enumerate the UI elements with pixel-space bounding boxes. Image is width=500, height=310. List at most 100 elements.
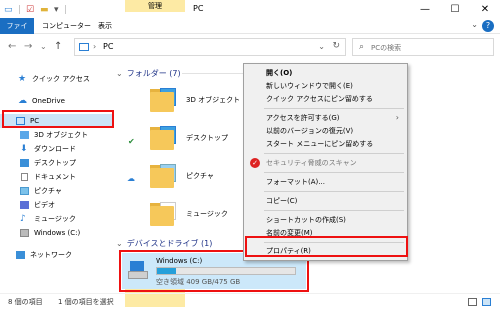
menu-item-pin-quick-access[interactable]: クイック アクセスにピン留めする xyxy=(244,93,407,105)
separator-icon: | xyxy=(64,5,68,15)
menu-separator xyxy=(264,108,404,109)
menu-item-copy[interactable]: コピー(C) xyxy=(244,195,407,207)
navigation-pane: ★ クイック アクセス ☁ OneDrive PC 3D オブジェクト ⬇ ダウ… xyxy=(0,62,114,292)
context-menu: 開く(O) 新しいウィンドウで開く(E) クイック アクセスにピン留めする アク… xyxy=(243,63,408,261)
menu-item-open-new-window[interactable]: 新しいウィンドウで開く(E) xyxy=(244,80,407,92)
menu-separator xyxy=(264,210,404,211)
title-bar: ▭ | ☑ ▬ ▾ | 管理 PC — ☐ ✕ xyxy=(0,0,500,20)
recent-locations-icon[interactable]: ⌄ xyxy=(40,42,47,51)
menu-item-label: アクセスを許可する(G) xyxy=(266,114,340,122)
document-icon xyxy=(21,173,28,181)
menu-item-pin-start[interactable]: スタート メニューにピン留めする xyxy=(244,138,407,150)
group-header-devices[interactable]: ⌄ デバイスとドライブ (1) xyxy=(116,238,212,249)
sidebar-item-music[interactable]: ♪ ミュージック xyxy=(0,212,114,226)
help-icon[interactable]: ? xyxy=(482,20,494,32)
forward-icon[interactable]: → xyxy=(24,41,32,52)
chevron-down-icon[interactable]: ⌄ xyxy=(318,42,325,51)
sync-ok-icon: ✔ xyxy=(128,137,135,146)
minimize-button[interactable]: — xyxy=(410,0,440,20)
group-header-label: フォルダー (7) xyxy=(126,69,181,78)
menu-item-format[interactable]: フォーマット(A)... xyxy=(244,176,407,188)
properties-icon[interactable]: ☑ xyxy=(26,4,34,16)
star-icon: ★ xyxy=(18,74,27,84)
details-view-icon[interactable] xyxy=(468,298,477,306)
chevron-right-icon: › xyxy=(395,113,399,122)
folder-music[interactable]: ミュージック xyxy=(150,198,250,236)
sidebar-item-onedrive[interactable]: ☁ OneDrive xyxy=(0,94,114,108)
window-title: PC xyxy=(193,4,204,13)
status-item-count: 8 個の項目 xyxy=(8,298,43,306)
folder-label: 3D オブジェクト xyxy=(186,96,241,104)
sidebar-item-label: 3D オブジェクト xyxy=(34,131,89,139)
tab-view[interactable]: 表示 xyxy=(94,18,116,34)
new-folder-icon[interactable]: ▬ xyxy=(40,4,49,16)
tab-computer[interactable]: コンピューター xyxy=(38,18,95,34)
sidebar-item-downloads[interactable]: ⬇ ダウンロード xyxy=(0,142,114,156)
sidebar-item-label: ビデオ xyxy=(34,201,55,209)
folder-pictures[interactable]: ピクチャ xyxy=(150,160,250,198)
sidebar-item-3d-objects[interactable]: 3D オブジェクト xyxy=(0,128,114,142)
group-header-folders[interactable]: ⌄ フォルダー (7) xyxy=(116,68,181,79)
customize-toolbar-icon[interactable]: ▾ xyxy=(54,4,59,16)
chevron-down-icon[interactable]: ⌄ xyxy=(116,69,123,78)
folder-desktop[interactable]: デスクトップ xyxy=(150,122,250,160)
close-button[interactable]: ✕ xyxy=(470,0,500,20)
search-input[interactable] xyxy=(371,41,489,54)
menu-item-scan-threats[interactable]: ✓ セキュリティ脅威のスキャン xyxy=(244,157,407,169)
picture-icon xyxy=(20,187,29,195)
sidebar-item-desktop[interactable]: デスクトップ xyxy=(0,156,114,170)
chevron-down-icon[interactable]: ⌄ xyxy=(471,20,478,29)
sidebar-item-label: ネットワーク xyxy=(30,251,72,259)
sidebar-item-videos[interactable]: ビデオ xyxy=(0,198,114,212)
menu-item-label: セキュリティ脅威のスキャン xyxy=(266,159,357,167)
menu-item-label: クイック アクセスにピン留めする xyxy=(266,95,373,103)
menu-item-label: 以前のバージョンの復元(V) xyxy=(266,127,354,135)
sidebar-item-label: Windows (C:) xyxy=(34,229,81,237)
maximize-button[interactable]: ☐ xyxy=(440,0,470,20)
group-header-label: デバイスとドライブ (1) xyxy=(126,239,213,248)
menu-item-give-access[interactable]: アクセスを許可する(G) › xyxy=(244,112,407,124)
menu-item-label: 新しいウィンドウで開く(E) xyxy=(266,82,353,90)
menu-item-label: ショートカットの作成(S) xyxy=(266,216,346,224)
up-icon[interactable]: ↑ xyxy=(54,41,62,52)
sidebar-item-label: ドキュメント xyxy=(34,173,76,181)
menu-separator xyxy=(264,172,404,173)
download-icon: ⬇ xyxy=(20,144,28,154)
address-bar[interactable]: › PC ⌄ ↻ xyxy=(74,38,346,56)
folder-3d-objects[interactable]: 3D オブジェクト xyxy=(150,84,250,122)
context-tab-group-label: 管理 xyxy=(148,2,162,10)
status-bar: 8 個の項目 1 個の項目を選択 xyxy=(0,293,500,310)
context-tab-group: 管理 xyxy=(125,0,185,12)
menu-item-restore-versions[interactable]: 以前のバージョンの復元(V) xyxy=(244,125,407,137)
sidebar-item-label: ピクチャ xyxy=(34,187,62,195)
sidebar-item-windows-c[interactable]: Windows (C:) xyxy=(0,226,114,240)
menu-item-label: コピー(C) xyxy=(266,197,298,205)
sidebar-item-documents[interactable]: ドキュメント xyxy=(0,170,114,184)
menu-item-create-shortcut[interactable]: ショートカットの作成(S) xyxy=(244,214,407,226)
chevron-down-icon[interactable]: ⌄ xyxy=(116,239,123,248)
desktop-icon xyxy=(20,159,29,167)
chevron-right-icon[interactable]: › xyxy=(93,42,96,51)
menu-item-label: スタート メニューにピン留めする xyxy=(266,140,374,148)
refresh-icon[interactable]: ↻ xyxy=(332,41,340,51)
sidebar-item-pictures[interactable]: ピクチャ xyxy=(0,184,114,198)
cube-icon xyxy=(20,131,29,139)
address-path[interactable]: PC xyxy=(103,42,113,51)
menu-item-label: 開く(O) xyxy=(266,69,293,77)
music-icon: ♪ xyxy=(20,214,26,224)
address-row: ← → ⌄ ↑ › PC ⌄ ↻ ⌕ xyxy=(0,35,500,59)
large-icons-view-icon[interactable] xyxy=(482,298,491,306)
tab-file[interactable]: ファイル xyxy=(0,18,34,46)
menu-item-open[interactable]: 開く(O) xyxy=(244,67,407,79)
menu-separator xyxy=(264,191,404,192)
back-icon[interactable]: ← xyxy=(8,41,16,52)
cloud-icon: ☁ xyxy=(18,96,27,106)
ribbon-tabs: ファイル コンピューター 表示 ドライブ ツール ⌄ ? xyxy=(0,18,500,307)
highlight-frame-properties xyxy=(245,236,408,257)
sidebar-item-network[interactable]: ネットワーク xyxy=(0,248,114,262)
sidebar-item-quick-access[interactable]: ★ クイック アクセス xyxy=(0,72,114,86)
highlight-frame-pc xyxy=(2,110,114,128)
pc-icon xyxy=(79,43,89,51)
explorer-icon: ▭ xyxy=(4,5,13,15)
search-box[interactable]: ⌕ xyxy=(352,38,494,56)
